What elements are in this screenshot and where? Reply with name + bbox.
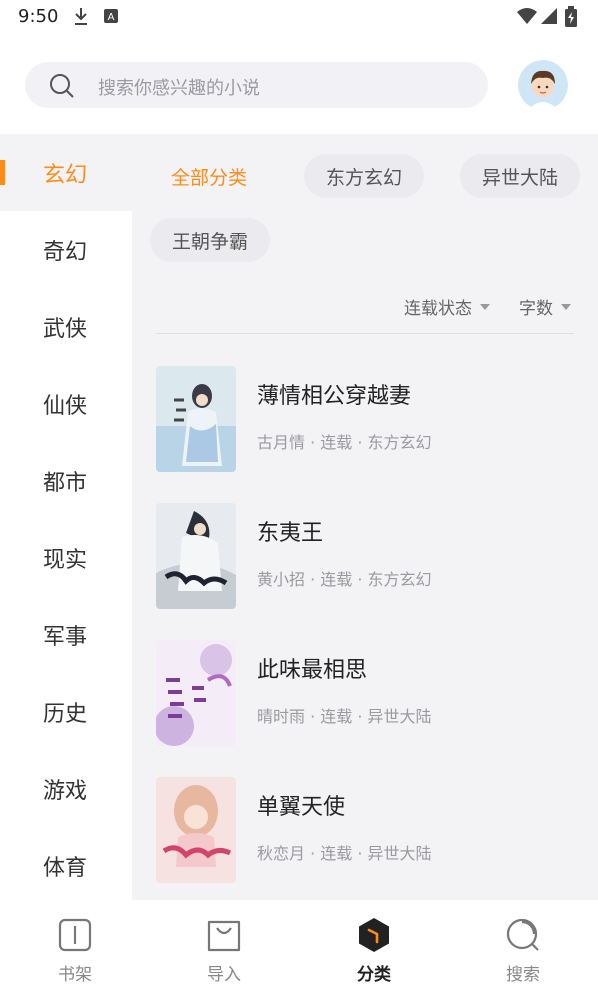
book-item[interactable]: 单翼天使 秋恋月 · 连载 · 异世大陆: [156, 777, 576, 883]
book-title: 单翼天使: [257, 795, 346, 820]
book-meta: 黄小招 · 连载 · 东方玄幻: [257, 570, 432, 589]
chip-all-categories[interactable]: 全部分类: [156, 154, 262, 198]
book-meta: 秋恋月 · 连载 · 异世大陆: [257, 844, 432, 863]
chip-label: 异世大陆: [481, 166, 558, 189]
nav-import[interactable]: 导入: [149, 900, 299, 998]
chip-label: 王朝争霸: [171, 230, 248, 253]
sidebar-item-lishi[interactable]: 历史: [0, 673, 132, 750]
book-item[interactable]: 东夷王 黄小招 · 连载 · 东方玄幻: [156, 503, 576, 609]
book-meta: 古月情 · 连载 · 东方玄幻: [257, 433, 432, 452]
nav-label: 搜索: [506, 965, 540, 985]
category-sidebar: 玄幻 奇幻 武侠 仙侠 都市 现实 军事 历史 游戏 体育: [0, 134, 132, 900]
dropdown-triangle-icon: [480, 303, 490, 310]
book-cover: [156, 777, 236, 883]
nav-category[interactable]: 分类: [299, 900, 449, 998]
sidebar-item-label: 仙侠: [43, 393, 88, 419]
chip-label: 东方玄幻: [325, 166, 402, 189]
chip-yishi-dalu[interactable]: 异世大陆: [460, 154, 580, 198]
sidebar-item-label: 游戏: [43, 778, 88, 804]
chip-label: 全部分类: [170, 166, 247, 189]
search-input[interactable]: 搜索你感兴趣的小说: [25, 62, 488, 108]
sidebar-item-tiyu[interactable]: 体育: [0, 827, 132, 904]
sidebar-item-label: 体育: [43, 855, 88, 881]
avatar[interactable]: [518, 60, 568, 110]
sidebar-item-label: 历史: [43, 701, 88, 727]
nav-search[interactable]: 搜索: [448, 900, 598, 998]
import-bag-icon: [207, 920, 241, 952]
sidebar-item-wuxia[interactable]: 武侠: [0, 288, 132, 365]
book-title: 薄情相公穿越妻: [257, 384, 412, 409]
nav-label: 分类: [357, 965, 391, 985]
sidebar-item-label: 军事: [43, 624, 88, 650]
sidebar-item-label: 现实: [43, 547, 88, 573]
category-hexagon-icon: [359, 918, 389, 952]
sidebar-item-qihuan[interactable]: 奇幻: [0, 211, 132, 288]
battery-charging-icon: [565, 6, 577, 27]
book-item[interactable]: 薄情相公穿越妻 古月情 · 连载 · 东方玄幻: [156, 366, 576, 472]
bottom-nav: 书架 导入 分类 搜索: [0, 900, 598, 998]
sidebar-item-youxi[interactable]: 游戏: [0, 750, 132, 827]
svg-text:A: A: [108, 12, 115, 23]
dropdown-triangle-icon: [561, 303, 571, 310]
sidebar-item-junshi[interactable]: 军事: [0, 596, 132, 673]
chip-dongfang-xuanhuan[interactable]: 东方玄幻: [304, 154, 424, 198]
filter-word-count[interactable]: 字数: [519, 294, 571, 319]
book-list-panel: 全部分类 东方玄幻 异世大陆 王朝争霸 连载状态 字数 薄情相公穿越妻 古月情 …: [132, 134, 598, 900]
status-time: 9:50: [18, 6, 59, 27]
sidebar-item-label: 玄幻: [43, 162, 88, 188]
book-cover: [156, 503, 236, 609]
download-icon: [75, 8, 87, 25]
nav-label: 导入: [207, 965, 241, 985]
sidebar-item-label: 都市: [43, 470, 88, 496]
filter-label: 连载状态: [404, 299, 472, 319]
sidebar-item-xianshi[interactable]: 现实: [0, 519, 132, 596]
sidebar-item-label: 武侠: [43, 316, 88, 342]
active-indicator: [0, 160, 5, 185]
sidebar-item-xianxia[interactable]: 仙侠: [0, 365, 132, 442]
bookshelf-icon: [58, 918, 92, 952]
book-title: 此味最相思: [257, 658, 368, 683]
book-title: 东夷王: [257, 521, 324, 546]
cartoon-boy-avatar-icon: [518, 60, 568, 110]
signal-icon: [541, 8, 557, 24]
sidebar-item-xuanhuan[interactable]: 玄幻: [0, 134, 132, 211]
a-badge-icon: A: [104, 9, 118, 23]
nav-bookshelf[interactable]: 书架: [0, 900, 150, 998]
wifi-icon: [517, 8, 537, 24]
sidebar-item-label: 奇幻: [43, 239, 88, 265]
book-cover: [156, 640, 236, 746]
search-icon: [50, 74, 74, 98]
status-bar: 9:50 A: [0, 0, 598, 34]
search-nav-icon: [506, 918, 539, 951]
filter-serial-status[interactable]: 连载状态: [404, 294, 490, 319]
search-placeholder: 搜索你感兴趣的小说: [98, 78, 260, 99]
book-cover: [156, 366, 236, 472]
book-meta: 晴时雨 · 连载 · 异世大陆: [257, 707, 432, 726]
chip-wangchao-zhengba[interactable]: 王朝争霸: [150, 218, 270, 262]
nav-label: 书架: [58, 965, 92, 985]
divider: [156, 333, 574, 334]
sidebar-item-dushi[interactable]: 都市: [0, 442, 132, 519]
book-item[interactable]: 此味最相思 晴时雨 · 连载 · 异世大陆: [156, 640, 576, 746]
filter-label: 字数: [519, 299, 553, 319]
